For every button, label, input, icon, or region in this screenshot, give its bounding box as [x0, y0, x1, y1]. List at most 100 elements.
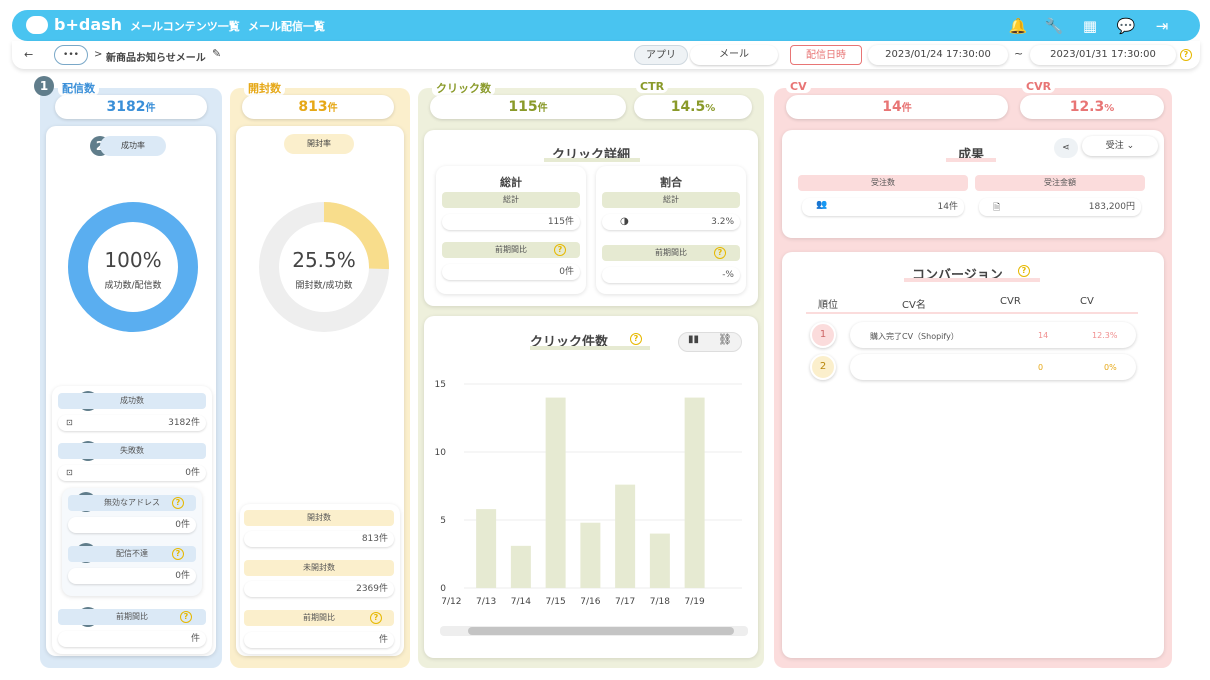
- logout-icon[interactable]: ⇥: [1152, 16, 1172, 36]
- nav-mail-deliveries[interactable]: メール配信一覧: [248, 18, 325, 34]
- unopened-count-value: 2369件: [244, 581, 394, 597]
- bell-icon[interactable]: 🔔: [1008, 16, 1028, 36]
- clicks-title: クリック数: [432, 80, 495, 96]
- x-tick-label: 7/18: [650, 597, 670, 607]
- scrollbar-thumb[interactable]: [468, 627, 734, 635]
- cvr-unit: %: [1104, 103, 1115, 114]
- help-icon[interactable]: ?: [180, 611, 192, 623]
- bar[interactable]: [615, 484, 636, 588]
- success-rate-label: 成功率: [100, 136, 166, 156]
- ctr-value: 14.5: [670, 99, 706, 115]
- open-rate-sub: 開封数/成功数: [295, 281, 353, 291]
- delivered-title: 配信数: [58, 80, 99, 96]
- start-date-input[interactable]: 2023/01/24 17:30:00: [868, 45, 1008, 65]
- wrench-icon[interactable]: 🔧: [1044, 16, 1064, 36]
- breadcrumb-title: 新商品お知らせメール: [106, 53, 206, 64]
- end-date-input[interactable]: 2023/01/31 17:30:00: [1030, 45, 1176, 65]
- opened-value: 813: [298, 99, 328, 115]
- money-icon: 🗎: [993, 203, 1001, 213]
- table-row[interactable]: [850, 354, 1136, 380]
- open-count-label: 開封数: [244, 510, 394, 526]
- logo[interactable]: b+dash: [26, 15, 122, 34]
- tab-mail[interactable]: メール: [690, 45, 778, 65]
- bar[interactable]: [649, 533, 670, 588]
- y-tick-label: 15: [435, 380, 446, 390]
- grid-icon[interactable]: ▦: [1080, 16, 1100, 36]
- nav-mail-contents[interactable]: メールコンテンツ一覧: [130, 18, 240, 34]
- prev-period-value: 件: [58, 631, 206, 647]
- x-tick-label: 7/15: [546, 597, 566, 607]
- title-underline: [544, 158, 640, 162]
- title-underline: [946, 158, 996, 162]
- bar[interactable]: [476, 509, 497, 588]
- help-icon[interactable]: ?: [554, 244, 566, 256]
- rank-badge: 2: [810, 354, 836, 380]
- tab-app[interactable]: アプリ: [634, 45, 688, 65]
- help-icon[interactable]: ?: [172, 497, 184, 509]
- help-icon[interactable]: ?: [370, 612, 382, 624]
- x-tick-label: 7/19: [685, 597, 705, 607]
- chevron-down-icon: ⌄: [1123, 141, 1135, 151]
- link-icon[interactable]: ⛓: [718, 333, 732, 346]
- more-button[interactable]: •••: [54, 45, 88, 65]
- chat-icon[interactable]: 💬: [1116, 16, 1136, 36]
- col-cv-name: CV名: [902, 300, 926, 311]
- help-icon[interactable]: ?: [172, 548, 184, 560]
- help-icon[interactable]: ?: [630, 333, 642, 345]
- click-count-chart: 0 5 10 15 7/12 7/13 7/14 7/15 7/16 7/17 7/18 7/19: [435, 380, 742, 607]
- cv-unit: 件: [901, 103, 912, 114]
- amount-label: 受注金額: [975, 175, 1145, 191]
- delivered-value: 3182: [106, 99, 146, 115]
- undeliverable-value: 0件: [68, 568, 196, 584]
- invalid-address-value: 0件: [68, 517, 196, 533]
- edit-icon[interactable]: ✎: [212, 47, 221, 60]
- y-tick-label: 5: [440, 516, 446, 526]
- help-icon[interactable]: ?: [1018, 265, 1030, 277]
- opened-unit: 件: [327, 103, 338, 114]
- people-icon: 👥: [816, 200, 828, 210]
- top-bar: b+dash メールコンテンツ一覧 メール配信一覧 🔔 🔧 ▦ 💬 ⇥: [12, 10, 1200, 41]
- cv-count: 14件: [786, 95, 1008, 119]
- rank-badge: 1: [810, 322, 836, 348]
- bar[interactable]: [545, 397, 566, 588]
- row-cv: 0%: [1104, 363, 1117, 372]
- y-tick-label: 0: [440, 584, 446, 594]
- opened-prev-value: 件: [244, 632, 394, 648]
- success-rate-sub: 成功数/配信数: [104, 281, 162, 291]
- row-cvr: 0: [1038, 363, 1044, 372]
- unopened-count-label: 未開封数: [244, 560, 394, 576]
- title-underline: [904, 278, 1040, 282]
- ctr-count: 14.5%: [634, 95, 752, 119]
- ctr-unit: %: [705, 103, 716, 114]
- help-icon[interactable]: ?: [1180, 49, 1192, 61]
- col-cv: CV: [1080, 296, 1094, 307]
- clicks-value: 115: [508, 99, 538, 115]
- order-select[interactable]: 受注 ⌄: [1082, 136, 1158, 156]
- success-rate-value: 100%: [104, 248, 162, 272]
- clicks-count: 115件: [430, 95, 626, 119]
- orders-label: 受注数: [798, 175, 968, 191]
- row-cv: 12.3%: [1092, 331, 1118, 340]
- bar[interactable]: [580, 522, 601, 588]
- order-select-value: 受注: [1105, 141, 1124, 151]
- table-divider: [806, 312, 1138, 314]
- col-rank: 順位: [818, 300, 838, 311]
- bar[interactable]: [684, 397, 705, 588]
- ratio-head: 割合: [660, 176, 682, 189]
- open-rate-value: 25.5%: [292, 248, 356, 272]
- total-value: 115件: [442, 214, 580, 230]
- date-label: 配信日時: [790, 45, 862, 65]
- logo-icon: [26, 15, 48, 34]
- back-arrow-icon[interactable]: ←: [24, 48, 33, 61]
- y-tick-label: 10: [435, 448, 447, 458]
- share-icon[interactable]: ⋖: [1054, 138, 1078, 158]
- bar[interactable]: [510, 545, 531, 588]
- cvr-title: CVR: [1022, 80, 1056, 93]
- help-icon[interactable]: ?: [714, 247, 726, 259]
- bar-chart-icon[interactable]: ▮▮: [688, 334, 699, 345]
- delivered-unit: 件: [145, 103, 156, 114]
- total-head: 総計: [500, 176, 522, 189]
- pie-icon: ◑: [620, 216, 629, 227]
- fail-count-value: 0件: [58, 465, 206, 481]
- open-rate-label: 開封率: [284, 134, 354, 154]
